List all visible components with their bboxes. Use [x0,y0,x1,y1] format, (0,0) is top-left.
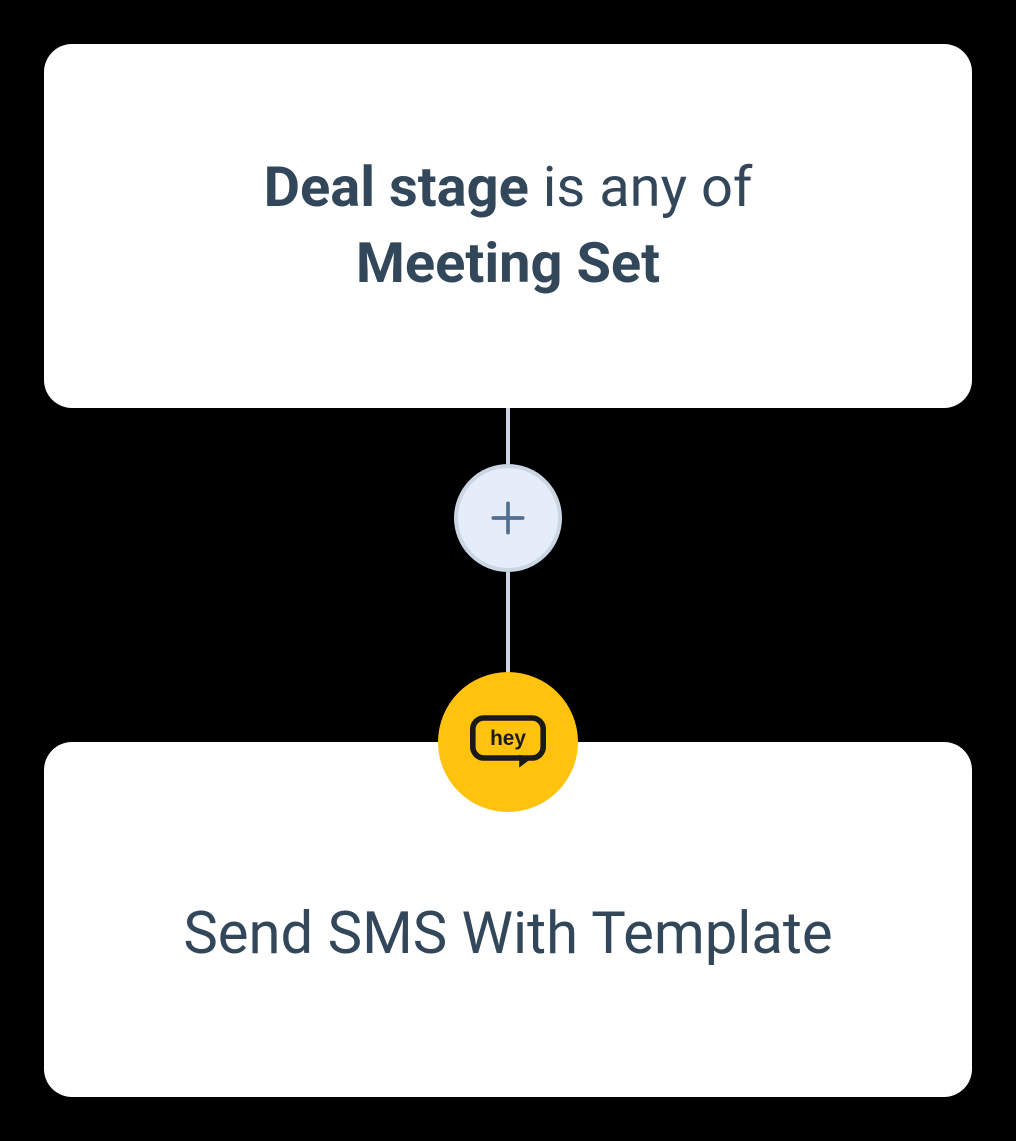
action-label: Send SMS With Template [183,900,832,968]
connector: hey [438,408,578,742]
hey-logo-icon: hey [468,712,548,772]
trigger-condition-text: Deal stage is any of Meeting Set [264,150,753,301]
connector-line [506,572,510,672]
svg-text:hey: hey [490,727,526,750]
trigger-value: Meeting Set [356,230,660,296]
trigger-card[interactable]: Deal stage is any of Meeting Set [44,44,972,408]
connector-line [506,408,510,464]
action-app-badge: hey [438,672,578,812]
add-step-button[interactable] [454,464,562,572]
plus-icon [486,496,530,540]
trigger-operator: is any of [543,154,753,220]
trigger-property: Deal stage [264,154,529,220]
